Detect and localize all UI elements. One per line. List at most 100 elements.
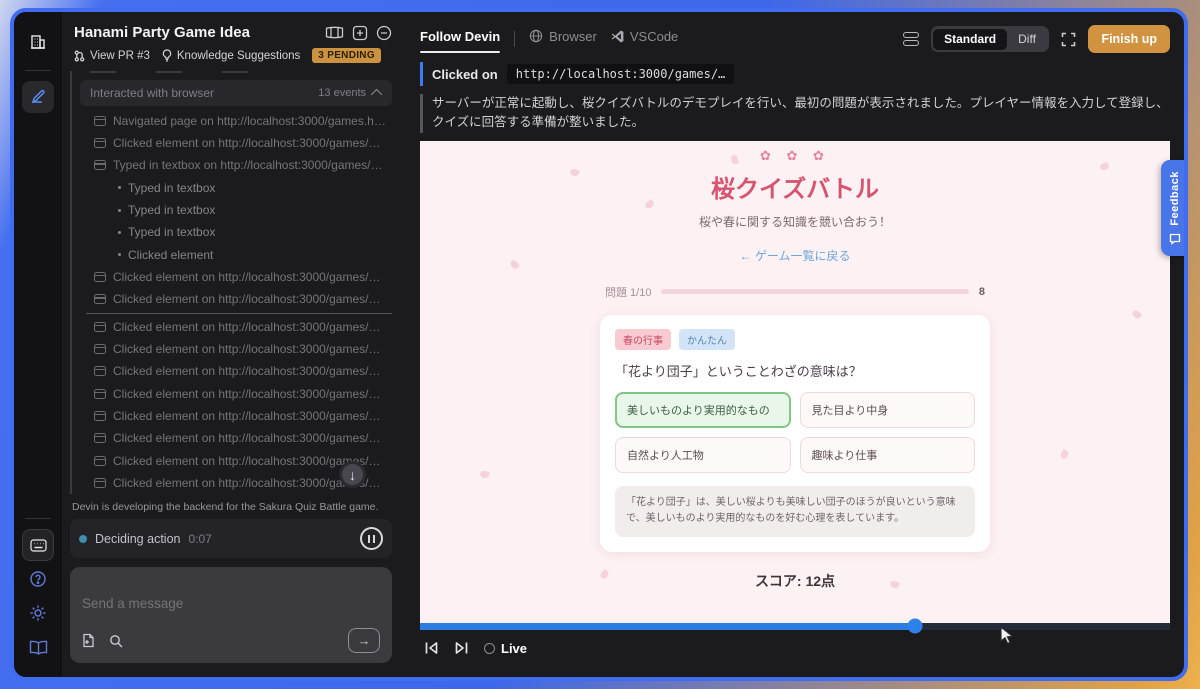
view-tabbar: Follow Devin Browser VSCode Standard Dif… xyxy=(420,22,1170,56)
quiz-subtitle: 桜や春に関する知識を競い合おう！ xyxy=(698,214,891,229)
progress-bar xyxy=(661,289,969,295)
flower-decorations: ✿ ✿ ✿ xyxy=(760,147,830,163)
event-row[interactable]: Clicked element on http://localhost:3000… xyxy=(80,132,392,154)
browser-window-icon xyxy=(94,455,106,466)
collapse-panel-icon[interactable] xyxy=(376,25,392,41)
view-pr-label: View PR #3 xyxy=(90,49,150,62)
finish-up-button[interactable]: Finish up xyxy=(1088,25,1170,53)
tab-follow-devin[interactable]: Follow Devin xyxy=(420,29,501,53)
session-title: Hanami Party Game Idea xyxy=(74,24,250,41)
event-row[interactable]: Clicked element on http://localhost:3000… xyxy=(80,338,392,360)
chevron-up-icon xyxy=(370,88,383,100)
bullet-icon xyxy=(118,230,121,234)
session-edit-icon[interactable] xyxy=(22,81,54,113)
send-button[interactable]: → xyxy=(348,628,380,653)
session-panel: Hanami Party Game Idea View PR #3 Knowle… xyxy=(62,12,406,677)
pending-badge[interactable]: 3 PENDING xyxy=(312,48,381,63)
help-icon[interactable] xyxy=(22,563,54,595)
browser-window-icon xyxy=(94,366,106,377)
pause-button[interactable] xyxy=(360,527,383,550)
search-icon[interactable] xyxy=(109,634,123,648)
sakura-petal xyxy=(1130,308,1143,320)
skip-to-end-icon[interactable] xyxy=(454,641,469,655)
gear-icon[interactable] xyxy=(22,597,54,629)
action-url[interactable]: http://localhost:3000/games/… xyxy=(506,64,735,84)
question-progress: 問題 1/10 8 xyxy=(605,284,985,300)
knowledge-suggestions-link[interactable]: Knowledge Suggestions xyxy=(162,49,300,62)
panorama-view-icon[interactable] xyxy=(325,26,344,39)
event-subrow[interactable]: Typed in textbox xyxy=(80,199,392,221)
event-subrow[interactable]: Clicked element xyxy=(80,244,392,266)
devin-app-window: Hanami Party Game Idea View PR #3 Knowle… xyxy=(10,8,1188,681)
session-caption: Devin is developing the backend for the … xyxy=(72,501,379,513)
view-pr-link[interactable]: View PR #3 xyxy=(74,50,150,62)
event-timeline[interactable]: Interacted with browser 13 events Naviga… xyxy=(70,71,392,494)
message-input[interactable] xyxy=(82,578,380,628)
docs-book-icon[interactable] xyxy=(22,631,54,663)
browser-window-icon xyxy=(94,115,106,126)
event-subrow[interactable]: Typed in textbox xyxy=(80,221,392,243)
event-row[interactable]: Clicked element on http://localhost:3000… xyxy=(80,382,392,404)
event-group-header[interactable]: Interacted with browser 13 events xyxy=(80,79,392,106)
quiz-title: 桜クイズバトル xyxy=(711,175,879,203)
agent-status-bar: Deciding action 0:07 xyxy=(70,519,392,558)
main-panel: Follow Devin Browser VSCode Standard Dif… xyxy=(406,12,1184,677)
score-text: スコア: 12点 xyxy=(754,572,836,589)
clipped-previous-row xyxy=(80,71,392,80)
event-row[interactable]: Clicked element on http://localhost:3000… xyxy=(80,427,392,449)
status-label: Deciding action xyxy=(95,531,181,546)
icon-rail xyxy=(14,12,62,677)
bullet-icon xyxy=(118,208,121,212)
attach-file-icon[interactable] xyxy=(82,633,95,648)
view-mode-diff[interactable]: Diff xyxy=(1007,29,1047,50)
scroll-to-bottom-button[interactable]: ↓ xyxy=(339,461,366,488)
knowledge-suggestions-label: Knowledge Suggestions xyxy=(176,49,301,62)
answer-option[interactable]: 美しいものより実用的なもの xyxy=(615,391,791,428)
event-row[interactable]: Clicked element on http://localhost:3000… xyxy=(80,288,392,310)
live-indicator-icon xyxy=(484,642,495,654)
back-to-games-link[interactable]: ← ゲーム一覧に戻る xyxy=(740,247,851,264)
rail-divider-bottom xyxy=(25,518,51,519)
bullet-icon xyxy=(118,186,121,190)
tab-browser[interactable]: Browser xyxy=(529,29,597,50)
keyboard-icon[interactable] xyxy=(22,529,54,561)
split-view-icon[interactable] xyxy=(902,32,919,46)
tab-separator xyxy=(514,31,516,47)
answer-explanation: 「花より団子」は、美しい桜よりも美味しい団子のほうが良いという意味で、美しいもの… xyxy=(615,485,975,537)
browser-preview: ✿ ✿ ✿ 桜クイズバトル 桜や春に関する知識を競い合おう！ ← ゲーム一覧に戻… xyxy=(420,140,1170,623)
answer-option[interactable]: 自然より人工物 xyxy=(615,436,791,473)
event-subrow[interactable]: Typed in textbox xyxy=(80,177,392,199)
event-group-label: Interacted with browser xyxy=(90,85,215,100)
organization-icon[interactable] xyxy=(22,26,54,58)
answer-option[interactable]: 見た目より中身 xyxy=(799,391,975,428)
view-mode-standard[interactable]: Standard xyxy=(933,28,1008,50)
fullscreen-icon[interactable] xyxy=(1061,32,1076,47)
live-toggle[interactable]: Live xyxy=(484,641,527,656)
event-row[interactable]: Navigated page on http://localhost:3000/… xyxy=(80,110,392,132)
playback-timeline[interactable] xyxy=(420,618,1170,634)
message-composer[interactable]: → xyxy=(70,567,392,663)
answer-option[interactable]: 趣味より仕事 xyxy=(799,436,975,473)
current-action-line: Clicked on http://localhost:3000/games/… xyxy=(420,62,1170,86)
action-prefix: Clicked on xyxy=(432,66,498,82)
playback-controls: Live xyxy=(420,630,1170,667)
browser-window-icon xyxy=(94,272,106,283)
event-row[interactable]: Clicked element on http://localhost:3000… xyxy=(80,266,392,288)
event-row[interactable]: Clicked element on http://localhost:3000… xyxy=(80,405,392,427)
browser-window-icon xyxy=(94,138,106,149)
browser-window-icon xyxy=(94,160,106,171)
category-badge: 春の行事 xyxy=(615,328,671,350)
event-row[interactable]: Clicked element on http://localhost:3000… xyxy=(80,360,392,382)
status-timer: 0:07 xyxy=(188,531,212,546)
status-dot xyxy=(79,534,87,543)
add-panel-icon[interactable] xyxy=(352,25,368,41)
feedback-tab[interactable]: Feedback xyxy=(1161,160,1184,256)
question-text: 「花より団子」ということわざの意味は？ xyxy=(615,363,862,379)
comment-icon xyxy=(1169,233,1180,245)
skip-to-start-icon[interactable] xyxy=(424,641,439,655)
timeline-handle[interactable] xyxy=(907,618,923,634)
browser-window-icon xyxy=(94,294,106,305)
event-row[interactable]: Typed in textbox on http://localhost:300… xyxy=(80,154,392,176)
event-row[interactable]: Clicked element on http://localhost:3000… xyxy=(80,315,392,337)
tab-vscode[interactable]: VSCode xyxy=(611,29,678,50)
